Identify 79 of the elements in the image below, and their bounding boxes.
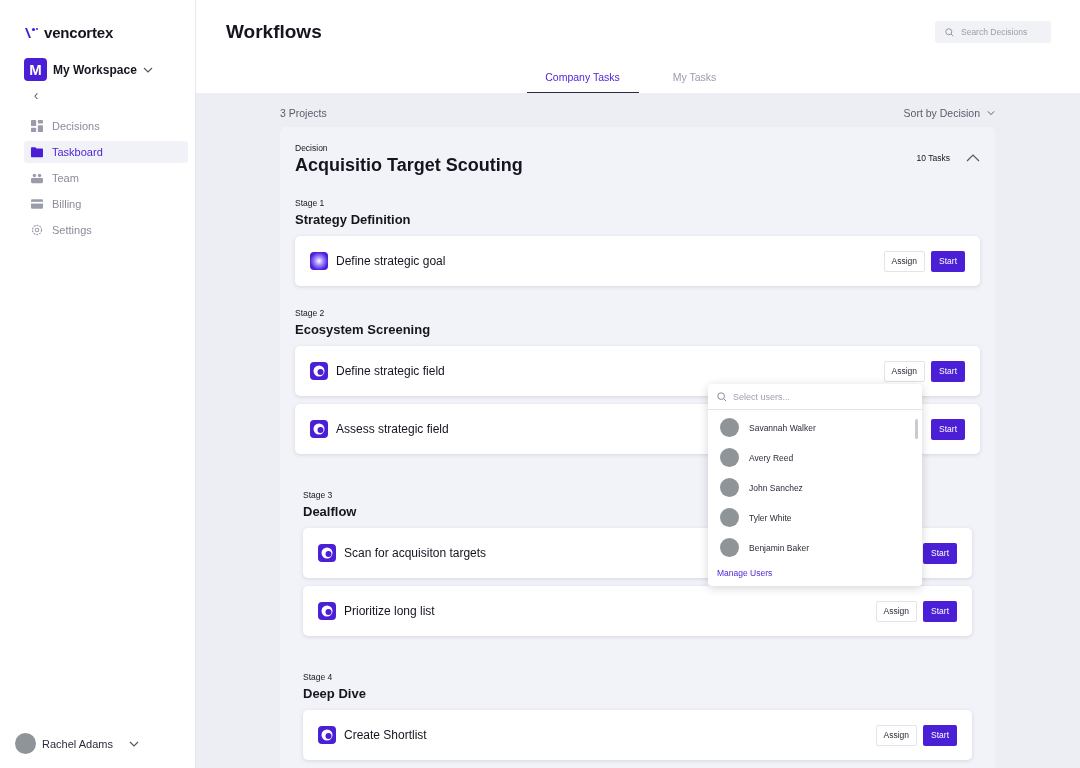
start-button[interactable]: Start	[923, 724, 957, 746]
user-avatar	[720, 478, 739, 497]
ring-icon	[310, 362, 328, 380]
task-name: Define strategic goal	[336, 254, 446, 268]
search-input[interactable]: Search Decisions	[961, 21, 1045, 43]
caret-icon	[128, 740, 139, 747]
stage-title: Dealflow	[303, 504, 357, 519]
card-icon	[31, 198, 43, 210]
ring-icon	[310, 420, 328, 438]
start-button[interactable]: Start	[923, 542, 957, 564]
start-button[interactable]: Start	[923, 600, 957, 622]
stage-label: Stage 4	[303, 672, 333, 682]
project-count: 3 Projects	[280, 107, 327, 119]
workspace-avatar: M	[24, 58, 47, 81]
user-avatar	[720, 418, 739, 437]
user-option[interactable]: Savannah Walker	[720, 418, 900, 437]
assign-button[interactable]: Assign	[883, 360, 926, 382]
task-name: Prioritize long list	[344, 604, 435, 618]
start-button[interactable]: Start	[931, 418, 965, 440]
stage-label: Stage 3	[303, 490, 333, 500]
caret-icon	[142, 66, 153, 73]
user-name[interactable]: Rachel Adams	[42, 737, 113, 750]
sidebar-label: Settings	[52, 224, 92, 236]
logo-icon	[24, 26, 38, 39]
brand-name: vencortex	[44, 24, 114, 41]
user-option[interactable]: John Sanchez	[720, 478, 900, 497]
page-title: Workflows	[226, 21, 322, 43]
search-icon	[717, 391, 727, 402]
ring-icon	[318, 544, 336, 562]
start-button[interactable]: Start	[931, 360, 965, 382]
start-button[interactable]: Start	[931, 250, 965, 272]
settings-icon	[31, 224, 43, 236]
decision-title: Acquisitio Target Scouting	[295, 155, 523, 176]
sidebar-item[interactable]: Taskboard	[24, 141, 188, 163]
user-option[interactable]: Benjamin Baker	[720, 538, 900, 557]
user-option[interactable]: Avery Reed	[720, 448, 900, 467]
decision-label: Decision	[295, 143, 329, 153]
collapse-button[interactable]: ‹	[30, 87, 42, 103]
stage-title: Ecosystem Screening	[295, 322, 431, 337]
stage-label: Stage 1	[295, 198, 325, 208]
sidebar-label: Decisions	[52, 120, 100, 132]
sidebar-item[interactable]: Team	[24, 167, 188, 189]
stage-label: Stage 2	[295, 308, 325, 318]
folder-icon	[31, 146, 43, 158]
sidebar-label: Team	[52, 172, 79, 184]
search-icon	[945, 27, 954, 37]
assign-button[interactable]: Assign	[875, 724, 918, 746]
assign-button[interactable]: Assign	[883, 250, 926, 272]
glow-icon	[310, 252, 328, 270]
task-count: 10 Tasks	[916, 153, 950, 163]
search-field[interactable]: Search Decisions	[935, 21, 1051, 43]
sidebar-label: Billing	[52, 198, 82, 210]
chevron-icon[interactable]	[966, 154, 980, 162]
task-name: Create Shortlist	[344, 728, 427, 742]
scrollbar	[915, 419, 918, 439]
tab[interactable]: Company Tasks	[526, 64, 639, 93]
manage-users-link[interactable]: Manage Users	[717, 568, 773, 578]
ring-icon	[318, 602, 336, 620]
user-avatar	[720, 508, 739, 527]
user-option[interactable]: Tyler White	[720, 508, 900, 527]
sidebar-item[interactable]: Settings	[24, 219, 188, 241]
task-name: Assess strategic field	[336, 422, 449, 436]
user-avatar	[720, 448, 739, 467]
stage-title: Deep Dive	[303, 686, 366, 701]
user-avatar	[720, 538, 739, 557]
grid-icon	[31, 120, 43, 132]
user-avatar[interactable]	[15, 733, 36, 754]
sort-dropdown[interactable]: Sort by Decision	[903, 107, 995, 119]
team-icon	[31, 172, 43, 184]
sidebar-label: Taskboard	[52, 146, 103, 158]
user-search-field[interactable]: Select users...	[708, 384, 922, 410]
workspace-name[interactable]: My Workspace	[53, 62, 137, 77]
sidebar-item[interactable]: Decisions	[24, 115, 188, 137]
task-name: Define strategic field	[336, 364, 445, 378]
ring-icon	[318, 726, 336, 744]
assign-button[interactable]: Assign	[875, 600, 918, 622]
stage-title: Strategy Definition	[295, 212, 411, 227]
task-name: Scan for acquisiton targets	[344, 546, 487, 560]
caret-icon	[987, 110, 995, 116]
